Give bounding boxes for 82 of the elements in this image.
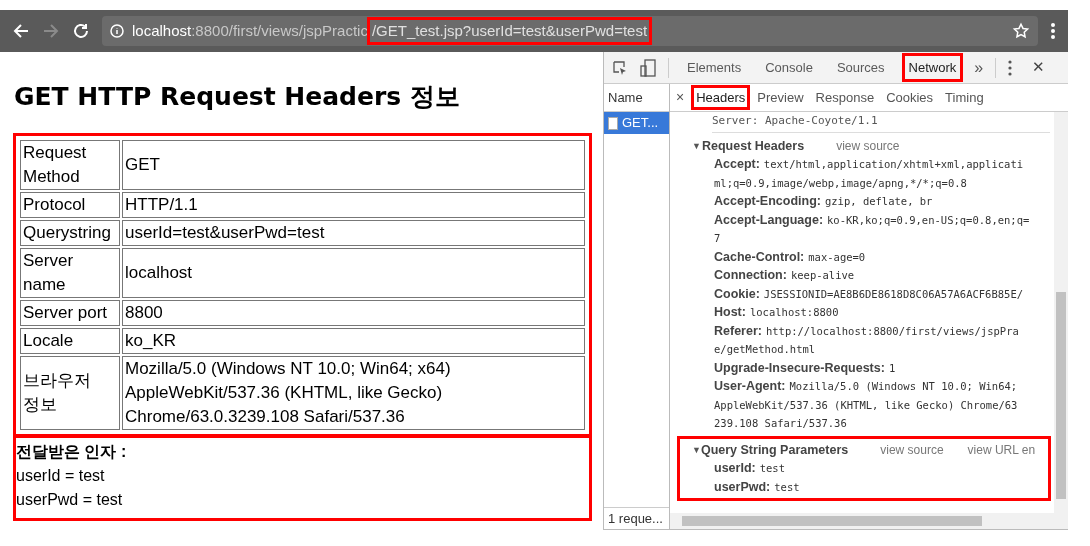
document-icon: [608, 116, 618, 130]
table-cell: Request Method: [20, 139, 120, 190]
device-icon[interactable]: [640, 58, 656, 77]
more-tabs-icon[interactable]: »: [974, 55, 984, 80]
back-icon[interactable]: [12, 22, 30, 40]
expand-arrow-icon[interactable]: ▼: [692, 136, 702, 155]
header-value: AppleWebKit/537.36 (KHTML, like Gecko) Chrome/63: [714, 398, 1018, 411]
param-line: userId = test: [16, 465, 106, 486]
detail-tab[interactable]: Preview: [753, 85, 808, 110]
table-cell: 8800: [122, 299, 585, 326]
table-cell: HTTP/1.1: [122, 191, 585, 218]
view-link[interactable]: view source: [836, 136, 900, 155]
request-count: 1 reque...: [604, 507, 669, 529]
table-cell: Querystring: [20, 219, 120, 246]
table-cell: localhost: [122, 247, 585, 298]
header-name: userId:: [714, 461, 756, 475]
header-line: Server: Apache-Coyote/1.1: [712, 112, 1050, 133]
page-heading: GET HTTP Request Headers 정보: [14, 81, 461, 113]
header-value: 1: [888, 361, 896, 374]
header-value: localhost:8800: [749, 306, 839, 318]
param-line: userPwd = test: [16, 489, 124, 510]
header-value: keep-alive: [790, 269, 855, 281]
header-value: test: [774, 480, 800, 493]
close-icon[interactable]: ✕: [1032, 56, 1046, 79]
header-value: max-age=0: [808, 250, 866, 263]
reload-icon[interactable]: [72, 22, 90, 40]
view-link[interactable]: view URL en: [967, 440, 1036, 459]
header-value: 239.108 Safari/537.36: [714, 417, 847, 429]
table-cell: Server port: [20, 299, 120, 326]
header-value: ml;q=0.9,image/webp,image/apng,*/*;q=0.8: [714, 176, 967, 189]
table-cell: userId=test&userPwd=test: [122, 219, 585, 246]
header-name: Referer:: [714, 323, 762, 338]
url-host: localhost: [132, 20, 192, 41]
header-name: Accept:: [714, 157, 760, 171]
header-value: gzip, deflate, br: [824, 195, 933, 207]
section-title[interactable]: Request Headers: [702, 136, 805, 155]
table-cell: GET: [122, 139, 585, 190]
view-link[interactable]: view source: [880, 440, 944, 459]
menu-icon[interactable]: [1008, 59, 1013, 76]
devtools-tab[interactable]: Console: [759, 53, 819, 82]
header-value: e/getMethod.html: [714, 343, 816, 355]
menu-icon[interactable]: [1050, 22, 1056, 40]
url-query: /GET_test.jsp?userId=test&userPwd=test: [367, 17, 652, 45]
header-name: Cache-Control:: [714, 249, 805, 264]
detail-tab[interactable]: Cookies: [882, 85, 938, 110]
header-name: Accept-Encoding:: [714, 194, 821, 208]
header-name: Connection:: [714, 268, 787, 282]
devtools-tab[interactable]: Network: [902, 53, 963, 82]
request-row[interactable]: GET...: [604, 112, 669, 134]
table-cell: Server name: [20, 247, 120, 298]
expand-arrow-icon[interactable]: ▼: [692, 440, 701, 459]
header-name: Host:: [714, 305, 746, 319]
header-name: Accept-Language:: [714, 212, 824, 227]
url-path: :8800/first/views/jspPractic: [191, 20, 368, 41]
header-value: 7: [714, 232, 721, 244]
header-value: text/html,application/xhtml+xml,applicati: [763, 158, 1024, 170]
info-icon: [110, 24, 124, 38]
table-cell: ko_KR: [122, 327, 585, 354]
header-name: Upgrade-Insecure-Requests:: [714, 360, 885, 375]
header-name: User-Agent:: [714, 379, 786, 393]
params-title: 전달받은 인자 :: [16, 441, 128, 462]
close-icon[interactable]: ×: [676, 87, 685, 108]
table-cell: 브라우저 정보: [20, 355, 120, 430]
inspect-icon[interactable]: [612, 59, 628, 76]
devtools-tab[interactable]: Elements: [681, 53, 748, 82]
header-value: test: [759, 462, 785, 474]
table-cell: Locale: [20, 327, 120, 354]
detail-tab[interactable]: Timing: [941, 85, 988, 110]
table-cell: Mozilla/5.0 (Windows NT 10.0; Win64; x64) AppleWebKit/537.36 (KHTML, like Gecko) Chrome/63.0.3239.108 Safari/537.36: [122, 355, 585, 430]
table-cell: Protocol: [20, 191, 120, 218]
header-name: Cookie:: [714, 286, 760, 301]
detail-tab[interactable]: Response: [811, 85, 879, 110]
header-value: http://localhost:8800/first/views/jspPra: [765, 324, 1019, 337]
header-value: ko-KR,ko;q=0.9,en-US;q=0.8,en;q=: [827, 213, 1030, 226]
address-bar[interactable]: localhost:8800/first/views/jspPractic /GET_test.jsp?userId=test&userPwd=test: [102, 16, 1038, 46]
header-value: Mozilla/5.0 (Windows NT 10.0; Win64;: [789, 380, 1018, 392]
star-icon[interactable]: [1012, 22, 1030, 40]
devtools-tab[interactable]: Sources: [830, 53, 891, 82]
detail-tab[interactable]: Headers: [692, 85, 750, 110]
section-title[interactable]: Query String Parameters: [700, 440, 849, 459]
header-name: userPwd:: [714, 479, 771, 494]
header-value: JSESSIONID=AE8B6DE8618D8C06A57A6ACF6B85E/: [763, 287, 1024, 300]
